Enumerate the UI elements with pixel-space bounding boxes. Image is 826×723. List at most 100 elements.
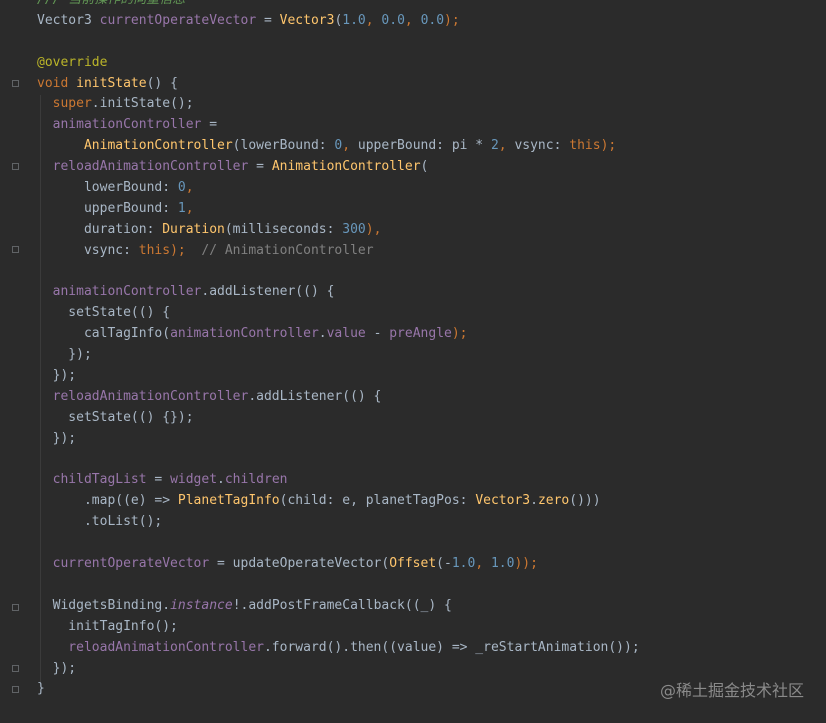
code-token: () { bbox=[146, 75, 178, 91]
code-editor[interactable]: /// 当前操作的向量信息 Vector3 currentOperateVecto… bbox=[37, 0, 826, 700]
code-token: reloadAnimationController bbox=[37, 159, 249, 175]
code-token: super bbox=[37, 96, 92, 112]
code-line[interactable]: @override bbox=[37, 53, 826, 74]
code-line[interactable]: AnimationController(lowerBound: 0, upper… bbox=[37, 136, 826, 157]
code-token: = bbox=[201, 117, 218, 133]
code-token: this bbox=[569, 138, 601, 154]
code-token: upperBound: bbox=[37, 200, 178, 216]
code-token: preAngle bbox=[389, 326, 452, 342]
code-line[interactable]: currentOperateVector = updateOperateVect… bbox=[37, 554, 826, 575]
code-line[interactable] bbox=[37, 450, 826, 471]
code-line[interactable]: .map((e) => PlanetTagInfo(child: e, plan… bbox=[37, 491, 826, 512]
code-token: ( bbox=[420, 159, 429, 175]
code-token: widget bbox=[170, 472, 218, 488]
code-token: } bbox=[37, 681, 45, 697]
code-token: .forward().then((value) => _reStartAnima… bbox=[263, 639, 640, 655]
code-line[interactable]: setState(() { bbox=[37, 303, 826, 324]
code-token: - bbox=[365, 326, 390, 342]
code-line[interactable]: super.initState(); bbox=[37, 94, 826, 115]
code-line[interactable] bbox=[37, 575, 826, 596]
code-token: Duration bbox=[162, 221, 225, 237]
code-line[interactable]: reloadAnimationController = AnimationCon… bbox=[37, 157, 826, 178]
code-token: calTagInfo( bbox=[37, 326, 171, 342]
code-token: Vector3 bbox=[279, 12, 335, 28]
code-token: , bbox=[475, 556, 491, 572]
code-token: instance bbox=[170, 597, 233, 613]
code-token: AnimationController bbox=[271, 159, 421, 175]
fold-marker-icon[interactable] bbox=[12, 80, 19, 87]
code-token: setState(() {}); bbox=[37, 409, 194, 425]
editor-gutter bbox=[0, 0, 28, 723]
code-line[interactable] bbox=[37, 32, 826, 53]
code-line[interactable]: upperBound: 1, bbox=[37, 199, 826, 220]
code-line[interactable]: duration: Duration(milliseconds: 300), bbox=[37, 220, 826, 241]
code-line[interactable] bbox=[37, 533, 826, 554]
code-token: .toList(); bbox=[37, 514, 163, 530]
code-line[interactable]: calTagInfo(animationController.value - p… bbox=[37, 324, 826, 345]
code-token: . bbox=[318, 326, 327, 342]
code-token: . bbox=[217, 472, 225, 488]
code-token: currentOperateVector bbox=[99, 12, 257, 28]
code-line[interactable]: vsync: this); // AnimationController bbox=[37, 241, 826, 262]
code-line[interactable]: animationController = bbox=[37, 115, 826, 136]
code-line[interactable] bbox=[37, 262, 826, 283]
fold-marker-icon[interactable] bbox=[12, 163, 19, 170]
code-token: Offset bbox=[389, 556, 437, 572]
code-token: ); bbox=[451, 326, 468, 342]
code-token: (- bbox=[436, 556, 452, 572]
code-line[interactable]: reloadAnimationController.forward().then… bbox=[37, 638, 826, 659]
code-token: 1.0 bbox=[342, 12, 366, 28]
code-line[interactable]: }); bbox=[37, 429, 826, 450]
watermark: @稀土掘金技术社区 bbox=[659, 681, 804, 700]
code-token: ); bbox=[170, 242, 186, 258]
code-line[interactable]: }); bbox=[37, 345, 826, 366]
code-token: ())) bbox=[569, 493, 601, 509]
code-line[interactable]: }); bbox=[37, 366, 826, 387]
fold-marker-icon[interactable] bbox=[12, 665, 19, 672]
code-line[interactable]: animationController.addListener(() { bbox=[37, 282, 826, 303]
code-token: , bbox=[342, 138, 358, 154]
code-token: 0.0 bbox=[381, 12, 405, 28]
code-token: }); bbox=[37, 660, 77, 676]
code-token: reloadAnimationController bbox=[37, 388, 249, 404]
code-token: }); bbox=[37, 368, 77, 384]
code-token: .addListener(() { bbox=[201, 284, 335, 300]
code-token: .initState(); bbox=[91, 96, 194, 112]
code-token: = bbox=[146, 472, 171, 488]
code-token: children bbox=[224, 472, 288, 488]
code-token: }); bbox=[37, 347, 92, 363]
code-token: 300 bbox=[342, 221, 366, 237]
code-token: .map((e) => bbox=[37, 493, 178, 509]
code-token: , bbox=[404, 12, 421, 28]
code-token: . bbox=[530, 493, 538, 509]
code-token: = bbox=[248, 159, 272, 175]
code-line[interactable]: Vector3 currentOperateVector = Vector3(1… bbox=[37, 11, 826, 32]
code-token: vsync: bbox=[514, 138, 570, 154]
fold-marker-icon[interactable] bbox=[12, 604, 19, 611]
code-token: initState bbox=[76, 75, 147, 91]
code-token: WidgetsBinding. bbox=[37, 597, 171, 613]
code-token: setState(() { bbox=[37, 305, 171, 321]
code-line[interactable]: WidgetsBinding.instance!.addPostFrameCal… bbox=[37, 596, 826, 617]
code-token: 0.0 bbox=[420, 12, 445, 28]
code-line[interactable]: lowerBound: 0, bbox=[37, 178, 826, 199]
code-line[interactable]: setState(() {}); bbox=[37, 408, 826, 429]
code-token: , bbox=[185, 200, 194, 216]
code-token: void bbox=[37, 75, 77, 91]
code-token: 1 bbox=[177, 200, 186, 216]
code-token: ); bbox=[600, 138, 617, 154]
fold-marker-icon[interactable] bbox=[12, 246, 19, 253]
code-token: initTagInfo(); bbox=[37, 618, 178, 634]
code-token: Vector3 bbox=[475, 493, 531, 509]
code-token: 1.0 bbox=[451, 556, 476, 572]
code-token: }); bbox=[37, 430, 77, 446]
fold-marker-icon[interactable] bbox=[12, 686, 19, 693]
code-line[interactable]: initTagInfo(); bbox=[37, 617, 826, 638]
code-line[interactable]: childTagList = widget.children bbox=[37, 470, 826, 491]
code-line[interactable]: void initState() { bbox=[37, 74, 826, 95]
code-line[interactable]: .toList(); bbox=[37, 512, 826, 533]
code-line[interactable]: reloadAnimationController.addListener(()… bbox=[37, 387, 826, 408]
code-line[interactable]: /// 当前操作的向量信息 bbox=[37, 0, 826, 11]
code-token: upperBound: pi * bbox=[357, 138, 491, 154]
code-token: (milliseconds: bbox=[224, 221, 343, 237]
